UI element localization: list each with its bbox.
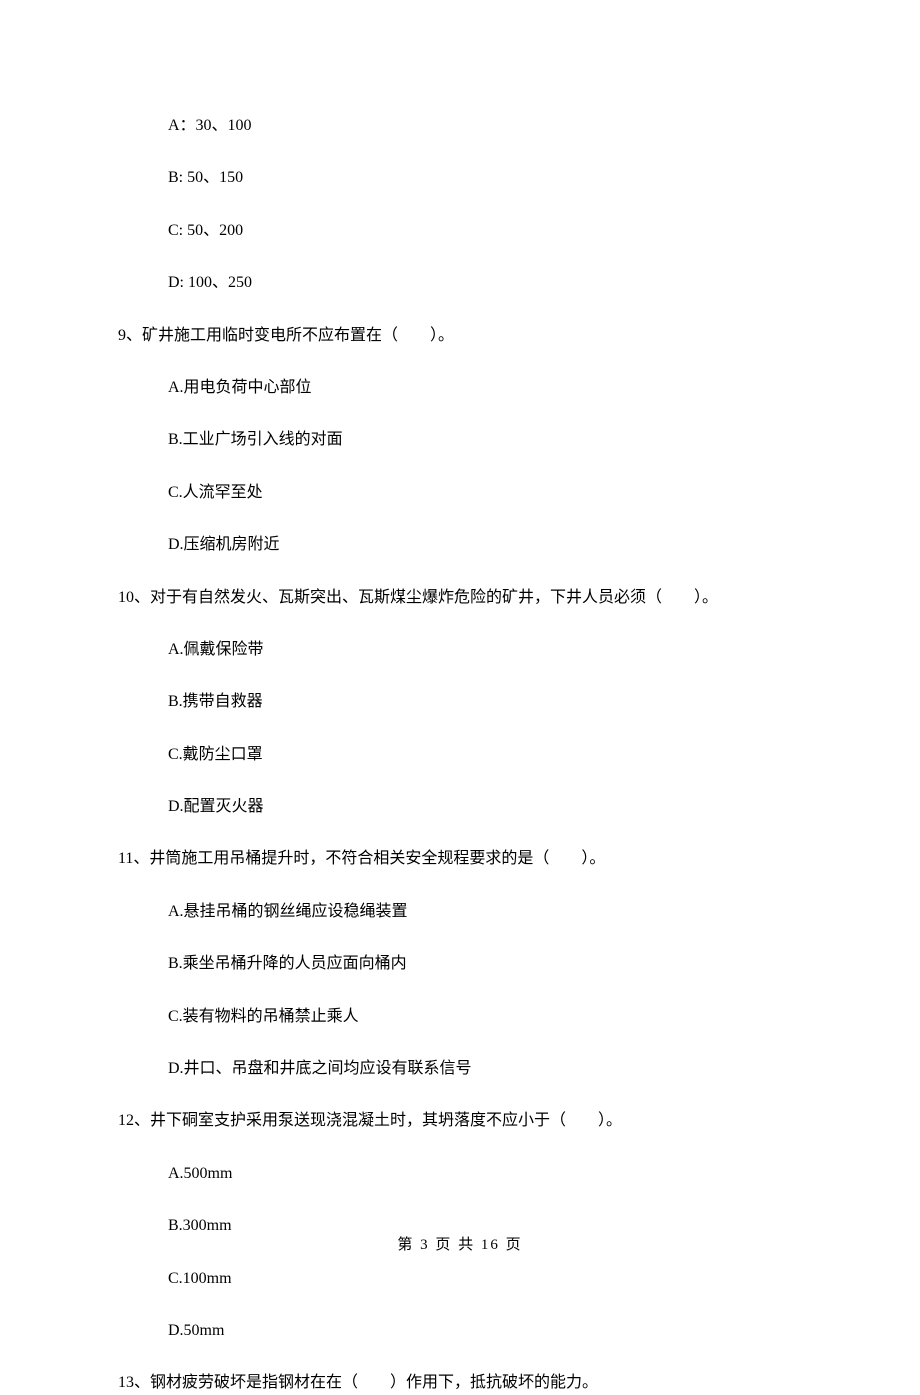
q10-stem: 10、对于有自然发火、瓦斯突出、瓦斯煤尘爆炸危险的矿井，下井人员必须（ ）。 (0, 587, 920, 609)
q10-option-c: C.戴防尘口罩 (0, 744, 920, 766)
q10-option-a: A.佩戴保险带 (0, 639, 920, 661)
q11-option-d: D.井口、吊盘和井底之间均应设有联系信号 (0, 1058, 920, 1080)
q12-option-d: D.50mm (0, 1320, 920, 1342)
q11-option-c: C.装有物料的吊桶禁止乘人 (0, 1006, 920, 1028)
q11-stem: 11、井筒施工用吊桶提升时，不符合相关安全规程要求的是（ ）。 (0, 848, 920, 870)
q11-option-b: B.乘坐吊桶升降的人员应面向桶内 (0, 953, 920, 975)
q9-option-b: B.工业广场引入线的对面 (0, 429, 920, 451)
q8-option-a: A：30、100 (0, 115, 920, 137)
q10-option-d: D.配置灭火器 (0, 796, 920, 818)
q8-option-b: B: 50、150 (0, 167, 920, 189)
q13-stem: 13、钢材疲劳破坏是指钢材在在（ ）作用下，抵抗破坏的能力。 (0, 1372, 920, 1394)
q9-option-d: D.压缩机房附近 (0, 534, 920, 556)
q8-option-c: C: 50、200 (0, 220, 920, 242)
q9-option-a: A.用电负荷中心部位 (0, 377, 920, 399)
q9-stem: 9、矿井施工用临时变电所不应布置在（ ）。 (0, 325, 920, 347)
q11-option-a: A.悬挂吊桶的钢丝绳应设稳绳装置 (0, 901, 920, 923)
q9-option-c: C.人流罕至处 (0, 482, 920, 504)
q12-option-a: A.500mm (0, 1163, 920, 1185)
q12-option-c: C.100mm (0, 1268, 920, 1290)
page-footer: 第 3 页 共 16 页 (0, 1233, 920, 1254)
q10-option-b: B.携带自救器 (0, 691, 920, 713)
q12-stem: 12、井下硐室支护采用泵送现浇混凝土时，其坍落度不应小于（ ）。 (0, 1110, 920, 1132)
q8-option-d: D: 100、250 (0, 272, 920, 294)
